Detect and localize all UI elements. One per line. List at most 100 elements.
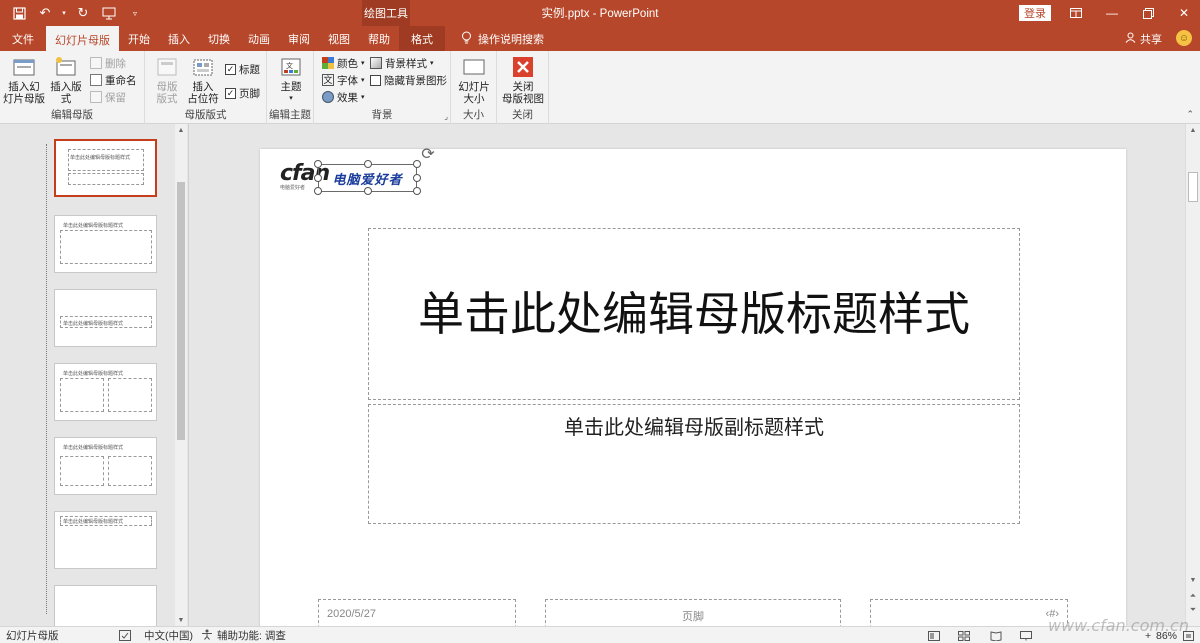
layout-connector-line <box>46 144 47 614</box>
tab-home[interactable]: 开始 <box>119 26 159 51</box>
effects-button[interactable]: 效果 ▾ <box>322 89 365 105</box>
selected-text-box[interactable]: 电脑爱好者 ⟳ <box>314 147 435 195</box>
tab-animations[interactable]: 动画 <box>239 26 279 51</box>
slide-number-placeholder[interactable]: ‹#› <box>870 599 1068 626</box>
themes-icon: 文 <box>281 58 301 76</box>
minimize-icon[interactable]: — <box>1094 0 1130 26</box>
tell-me-search[interactable]: 操作说明搜索 <box>445 26 544 51</box>
slideshow-view-icon[interactable] <box>1020 627 1032 643</box>
fit-slide-icon[interactable] <box>1183 627 1194 643</box>
status-accessibility[interactable]: 辅助功能: 调查 <box>201 627 286 643</box>
insert-slide-master-button[interactable]: 插入幻 灯片母版 <box>3 55 45 105</box>
normal-view-icon[interactable] <box>928 627 940 643</box>
restore-icon[interactable] <box>1130 0 1166 26</box>
collapse-ribbon-icon[interactable]: ⌃ <box>1186 109 1194 120</box>
delete-button[interactable]: 删除 <box>90 55 126 71</box>
thumbnail-layout-1[interactable]: 单击此处编辑母版标题样式 <box>54 215 157 273</box>
title-checkbox-check-icon: ✓ <box>225 63 236 75</box>
footer-checkbox[interactable]: ✓ 页脚 <box>225 85 260 101</box>
preserve-button[interactable]: 保留 <box>90 89 126 105</box>
resize-handle-left[interactable] <box>314 174 322 182</box>
editor-vertical-scrollbar[interactable]: ▲ ▼ ⏶ ⏷ <box>1185 124 1200 626</box>
customize-qat-icon[interactable]: ▿ <box>124 2 146 24</box>
resize-handle-top-left[interactable] <box>314 160 322 168</box>
slide-canvas[interactable]: cfan 电脑爱好者 电脑爱好者 ⟳ 单击此处编辑母版标题样式 单击此处编辑母版… <box>260 147 1126 626</box>
scrollbar-thumb[interactable] <box>177 182 185 440</box>
resize-handle-bottom[interactable] <box>364 187 372 195</box>
resize-handle-top-right[interactable] <box>413 160 421 168</box>
date-placeholder[interactable]: 2020/5/27 <box>318 599 516 626</box>
master-layout-button[interactable]: 母版 版式 <box>153 55 181 105</box>
title-checkbox[interactable]: ✓ 标题 <box>225 61 260 77</box>
spell-check-icon[interactable] <box>119 627 131 643</box>
thumbnail-layout-3[interactable]: 单击此处编辑母版标题样式 <box>54 363 157 421</box>
editor-scrollbar-thumb[interactable] <box>1188 172 1198 202</box>
group-size: 幻灯片 大小 大小 <box>451 51 497 124</box>
share-button[interactable]: 共享 <box>1125 26 1162 51</box>
start-from-beginning-icon[interactable] <box>98 2 120 24</box>
share-label: 共享 <box>1140 33 1162 46</box>
tab-transitions[interactable]: 切换 <box>199 26 239 51</box>
insert-placeholder-button[interactable]: 插入 占位符 <box>185 55 221 105</box>
background-styles-button[interactable]: 背景样式 ▾ <box>370 55 434 71</box>
feedback-smiley-icon[interactable]: ☺ <box>1176 30 1192 46</box>
tab-file[interactable]: 文件 <box>0 26 46 51</box>
next-slide-icon[interactable]: ⏷ <box>1186 604 1200 616</box>
resize-handle-bottom-left[interactable] <box>314 187 322 195</box>
hide-background-graphics-checkbox[interactable]: 隐藏背景图形 <box>370 72 447 88</box>
editor-scroll-down-icon[interactable]: ▼ <box>1186 574 1200 586</box>
insert-layout-button[interactable]: 插入版式 <box>46 55 86 105</box>
status-language[interactable]: 中文(中国) <box>144 627 193 643</box>
scroll-down-icon[interactable]: ▼ <box>175 614 187 626</box>
resize-handle-top[interactable] <box>364 160 372 168</box>
tab-slide-master[interactable]: 幻灯片母版 <box>46 26 119 51</box>
scroll-up-icon[interactable]: ▲ <box>175 124 187 136</box>
thumbnail-layout-5[interactable]: 单击此处编辑母版标题样式 <box>54 511 157 569</box>
thumbnail-layout-2[interactable]: 单击此处编辑母版标题样式 <box>54 289 157 347</box>
undo-dropdown-icon[interactable]: ▾ <box>60 2 68 24</box>
resize-handle-bottom-right[interactable] <box>413 187 421 195</box>
thumbnail-master[interactable]: 单击此处编辑母版标题样式 <box>54 139 157 197</box>
slide-sorter-view-icon[interactable] <box>958 627 970 643</box>
reading-view-icon[interactable] <box>990 627 1002 643</box>
zoom-in-icon[interactable]: + <box>1145 627 1151 643</box>
previous-slide-icon[interactable]: ⏶ <box>1186 590 1200 602</box>
slide-size-button[interactable]: 幻灯片 大小 <box>456 55 492 105</box>
fonts-button[interactable]: 文 字体 ▾ <box>322 72 365 88</box>
close-master-view-button[interactable]: 关闭 母版视图 <box>501 55 545 105</box>
tab-view[interactable]: 视图 <box>319 26 359 51</box>
status-zoom[interactable]: 86% <box>1156 627 1177 643</box>
accessibility-icon <box>201 629 213 643</box>
tab-review[interactable]: 审阅 <box>279 26 319 51</box>
footer-placeholder[interactable]: 页脚 <box>545 599 841 626</box>
rotate-handle-icon[interactable]: ⟳ <box>420 147 436 163</box>
status-view-label: 幻灯片母版 <box>6 630 59 642</box>
subtitle-placeholder[interactable]: 单击此处编辑母版副标题样式 <box>368 404 1020 524</box>
pin-icon <box>90 91 102 103</box>
tab-format[interactable]: 格式 <box>399 26 445 51</box>
thumbnail-scrollbar[interactable]: ▲ ▼ <box>175 124 187 626</box>
login-button[interactable]: 登录 <box>1019 5 1051 21</box>
themes-button[interactable]: 文 主题 ▾ <box>277 55 305 105</box>
slide-thumbnail-pane: 单击此处编辑母版标题样式 单击此处编辑母版标题样式 单击此处编辑母版标题样式 单… <box>0 124 189 626</box>
tab-insert[interactable]: 插入 <box>159 26 199 51</box>
undo-icon[interactable]: ↶ <box>34 2 56 24</box>
close-window-icon[interactable]: ✕ <box>1166 0 1200 26</box>
title-placeholder[interactable]: 单击此处编辑母版标题样式 <box>368 228 1020 400</box>
ribbon-display-options-icon[interactable] <box>1058 0 1094 26</box>
svg-text:文: 文 <box>286 61 293 70</box>
editor-scroll-up-icon[interactable]: ▲ <box>1186 124 1200 136</box>
thumbnail-layout-6[interactable] <box>54 585 157 626</box>
resize-handle-right[interactable] <box>413 174 421 182</box>
effects-dropdown-icon: ▾ <box>361 94 365 101</box>
thumb-left-placeholder <box>60 456 104 486</box>
background-dialog-launcher-icon[interactable]: ⌟ <box>444 112 448 121</box>
save-icon[interactable] <box>8 2 30 24</box>
colors-button[interactable]: 颜色 ▾ <box>322 55 365 71</box>
thumbnail-layout-4[interactable]: 单击此处编辑母版标题样式 <box>54 437 157 495</box>
selected-textbox-text: 电脑爱好者 <box>332 172 403 188</box>
rename-button[interactable]: 重命名 <box>90 72 137 88</box>
group-edit-master: 插入幻 灯片母版 插入版式 删除 重命名 保留 编辑母版 <box>0 51 145 124</box>
tab-help[interactable]: 帮助 <box>359 26 399 51</box>
redo-icon[interactable]: ↻ <box>72 2 94 24</box>
